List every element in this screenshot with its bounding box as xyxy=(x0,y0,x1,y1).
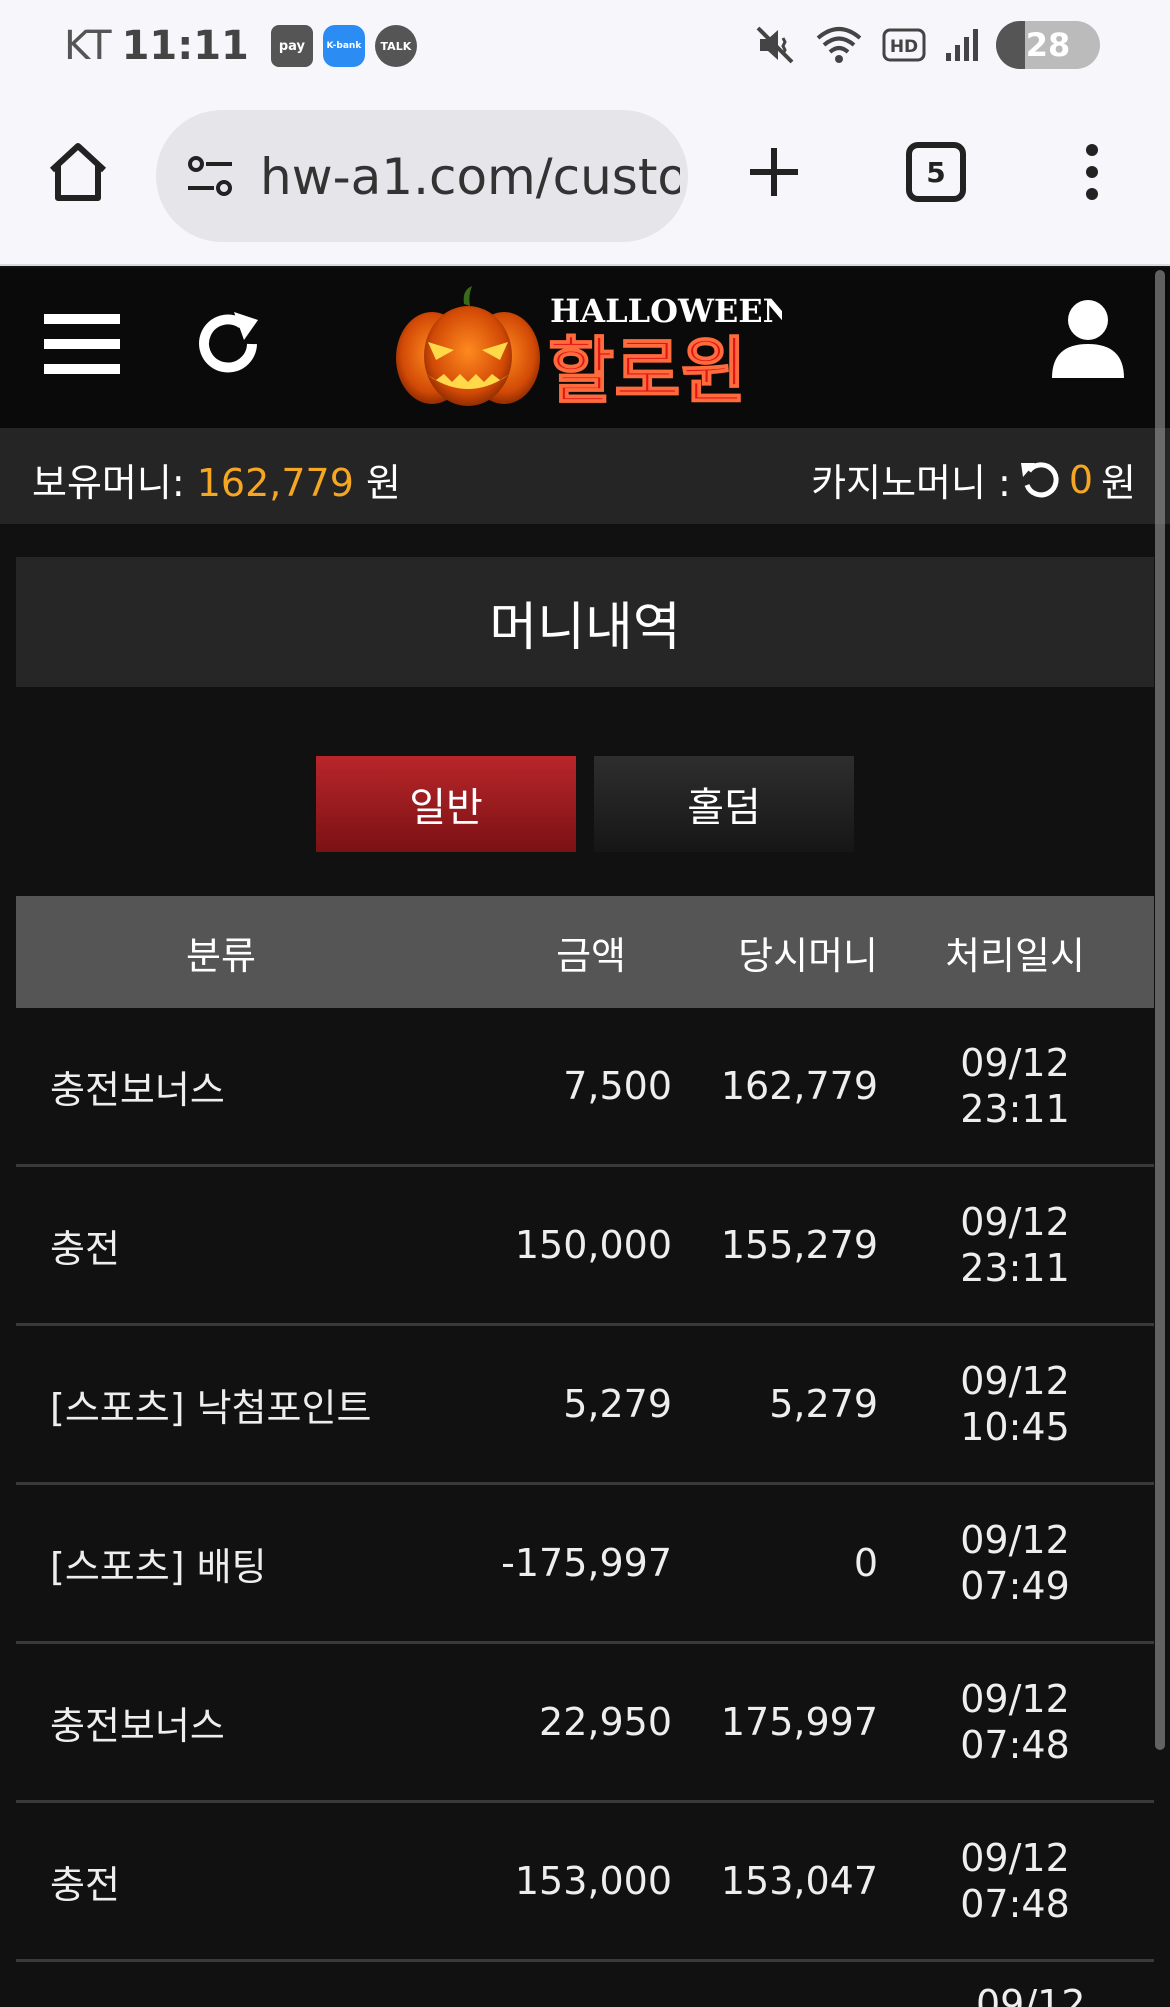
status-clock: 11:11 xyxy=(121,23,249,69)
more-menu-icon[interactable] xyxy=(1072,142,1112,202)
table-row: 충전 150,000 155,279 09/12 23:11 xyxy=(16,1167,1154,1326)
battery-fill xyxy=(996,21,1026,69)
row-balance: 153,047 xyxy=(720,1859,878,1903)
row-amount: 150,000 xyxy=(514,1223,672,1267)
tab-switcher-button[interactable]: 5 xyxy=(906,142,966,202)
browser-toolbar: hw-a1.com/customer 5 xyxy=(0,90,1170,266)
row-amount: 153,000 xyxy=(514,1859,672,1903)
hamburger-menu-icon[interactable] xyxy=(44,312,120,376)
row-date: 09/12 xyxy=(960,1677,1070,1721)
refresh-icon[interactable] xyxy=(194,308,264,380)
home-icon[interactable] xyxy=(44,138,112,206)
row-amount: 7,500 xyxy=(563,1064,672,1108)
row-time: 23:11 xyxy=(960,1087,1070,1131)
row-balance: 0 xyxy=(853,1541,878,1585)
row-datetime: 09/12 23:11 xyxy=(896,1167,1134,1323)
row-time: 07:48 xyxy=(960,1882,1070,1926)
table-row: 충전보너스 22,950 175,997 09/12 07:48 xyxy=(16,1644,1154,1803)
logo-text-en: HALLOWEEN xyxy=(550,292,782,330)
row-date: 09/12 xyxy=(960,1359,1070,1403)
row-balance: 5,279 xyxy=(769,1382,878,1426)
row-amount: -175,997 xyxy=(501,1541,672,1585)
held-money-label: 보유머니: xyxy=(32,461,185,505)
battery-level: 28 xyxy=(1025,26,1071,64)
battery-indicator: 28 xyxy=(996,21,1100,69)
casino-money-label: 카지노머니 : xyxy=(811,461,1011,505)
table-row: 충전보너스 7,500 162,779 09/12 23:11 xyxy=(16,1008,1154,1167)
money-bar: 보유머니: 162,779 원 카지노머니 : 0 원 xyxy=(0,428,1170,524)
status-bar: KT 11:11 pay K-bank TALK HD 28 xyxy=(0,0,1170,90)
row-date: 09/12 xyxy=(960,1836,1070,1880)
url-text[interactable]: hw-a1.com/customer xyxy=(260,148,680,206)
table-row: [스포츠] 배팅 -175,997 0 09/12 07:49 xyxy=(16,1485,1154,1644)
table-header: 분류 금액 당시머니 처리일시 xyxy=(16,896,1154,1008)
row-date: 09/12 xyxy=(960,1518,1070,1562)
new-tab-icon[interactable] xyxy=(740,138,808,206)
scrollbar[interactable] xyxy=(1155,270,1165,1750)
talk-app-icon: TALK xyxy=(374,25,417,67)
money-history-table: 분류 금액 당시머니 처리일시 충전보너스 7,500 162,779 09/1… xyxy=(16,896,1154,2007)
wifi-icon xyxy=(816,27,862,63)
row-balance: 162,779 xyxy=(720,1064,878,1108)
row-time: 07:48 xyxy=(960,1723,1070,1767)
row-datetime: 09/12 07:48 xyxy=(896,1644,1134,1800)
page-title: 머니내역 xyxy=(489,597,681,658)
row-date: 09/12 xyxy=(960,1041,1070,1085)
row-datetime: 09/12 07:48 xyxy=(896,1803,1134,1959)
page-title-box: 머니내역 xyxy=(16,557,1154,687)
row-balance: 155,279 xyxy=(720,1223,878,1267)
partial-table-row: 09/12 xyxy=(16,1962,1154,2007)
row-amount: 22,950 xyxy=(539,1700,672,1744)
status-right: HD 28 xyxy=(754,20,1100,70)
mute-icon xyxy=(756,26,794,64)
row-time: 07:49 xyxy=(960,1564,1070,1608)
casino-refresh-icon[interactable] xyxy=(1019,459,1061,501)
user-account-icon[interactable] xyxy=(1050,298,1126,382)
partial-row-date: 09/12 xyxy=(976,1982,1086,2007)
kbank-app-icon: K-bank xyxy=(322,25,365,67)
table-row: 충전 153,000 153,047 09/12 07:48 xyxy=(16,1803,1154,1962)
held-money-amount: 162,779 xyxy=(196,461,354,505)
row-datetime: 09/12 10:45 xyxy=(896,1326,1134,1482)
held-money: 보유머니: 162,779 원 xyxy=(32,452,401,507)
halloween-logo[interactable]: HALLOWEEN 할로윈 xyxy=(392,284,782,412)
site-settings-icon[interactable] xyxy=(184,154,236,198)
casino-money: 카지노머니 : 0 원 xyxy=(811,452,1136,507)
row-time: 10:45 xyxy=(960,1405,1070,1449)
row-date: 09/12 xyxy=(960,1200,1070,1244)
row-datetime: 09/12 23:11 xyxy=(896,1008,1134,1164)
header-balance: 당시머니 xyxy=(738,933,878,978)
casino-money-unit: 원 xyxy=(1101,461,1136,505)
signal-icon xyxy=(946,29,978,61)
casino-money-amount: 0 xyxy=(1068,457,1094,502)
header-amount: 금액 xyxy=(556,933,626,978)
site-header: HALLOWEEN 할로윈 xyxy=(0,268,1170,428)
url-bar[interactable]: hw-a1.com/customer xyxy=(156,110,688,242)
header-datetime: 처리일시 xyxy=(945,933,1085,978)
hd-icon: HD xyxy=(882,28,926,62)
tab-general[interactable]: 일반 xyxy=(316,756,576,852)
tab-holdem[interactable]: 홀덤 xyxy=(594,756,854,852)
held-money-unit: 원 xyxy=(365,461,401,505)
svg-text:HD: HD xyxy=(890,37,918,57)
row-amount: 5,279 xyxy=(563,1382,672,1426)
row-balance: 175,997 xyxy=(720,1700,878,1744)
carrier-label: KT xyxy=(64,23,112,69)
row-datetime: 09/12 07:49 xyxy=(896,1485,1134,1641)
table-row: [스포츠] 낙첨포인트 5,279 5,279 09/12 10:45 xyxy=(16,1326,1154,1485)
pay-app-icon: pay xyxy=(270,25,313,67)
row-time: 23:11 xyxy=(960,1246,1070,1290)
status-left: KT 11:11 pay K-bank TALK xyxy=(64,18,417,74)
logo-text-ko: 할로윈 xyxy=(548,329,747,412)
